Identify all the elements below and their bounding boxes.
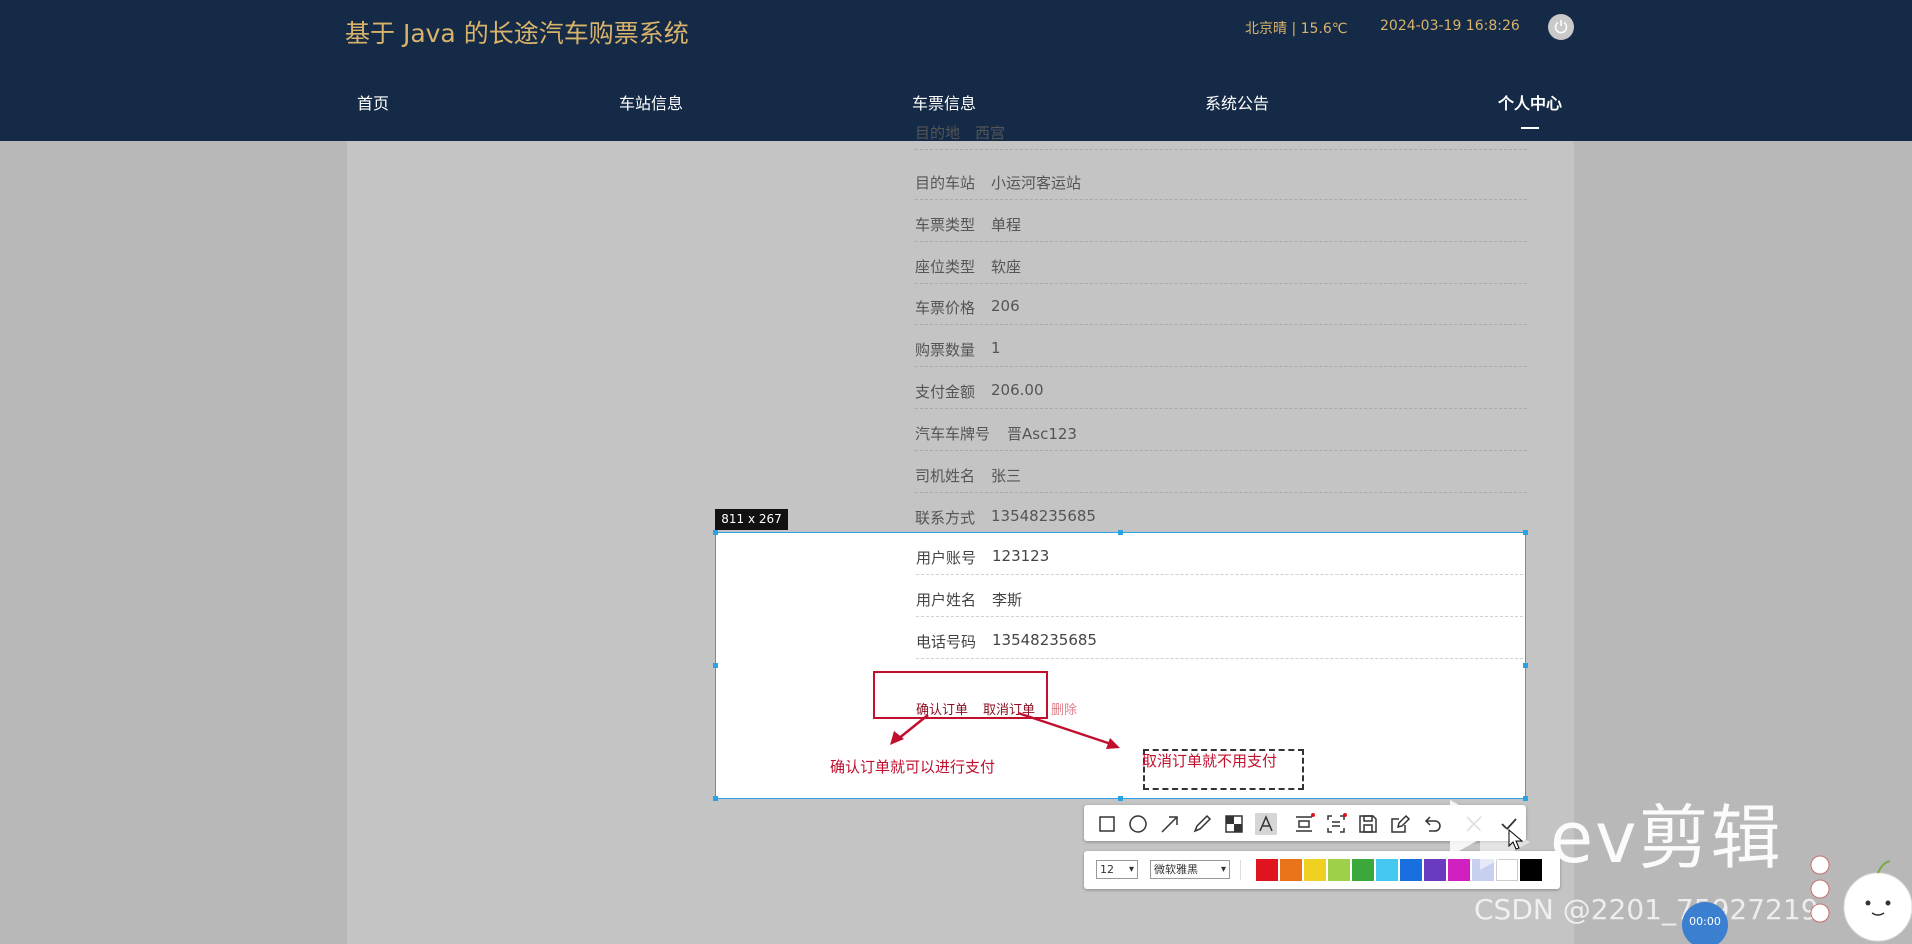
capture-size-label: 811 x 267	[715, 509, 788, 530]
font-family-select[interactable]: 微软雅黑	[1150, 860, 1230, 879]
detail-label: 司机姓名	[915, 467, 976, 485]
resize-handle[interactable]	[713, 530, 718, 535]
color-swatch[interactable]	[1256, 859, 1278, 881]
resize-handle[interactable]	[713, 796, 718, 801]
arrow-tool-icon[interactable]	[1159, 813, 1181, 835]
detail-value: 13548235685	[992, 631, 1097, 649]
detail-value: 206	[991, 297, 1020, 315]
detail-row: 购票数量 1	[915, 325, 1527, 367]
power-icon	[1554, 20, 1568, 34]
resize-handle[interactable]	[1523, 663, 1528, 668]
detail-value: 晋Asc123	[1007, 425, 1077, 443]
color-swatch[interactable]	[1280, 859, 1302, 881]
detail-row: 车票价格 206	[915, 283, 1527, 325]
nav-stations[interactable]: 车站信息	[619, 90, 683, 114]
resize-handle[interactable]	[1118, 796, 1123, 801]
csdn-watermark: CSDN @2201_75927219	[1474, 893, 1819, 926]
nav-home[interactable]: 首页	[357, 90, 389, 114]
detail-label: 车票类型	[915, 216, 976, 234]
annotation-arrows	[890, 711, 1120, 749]
detail-value: 李斯	[992, 591, 1023, 609]
ocr-tool-icon[interactable]	[1325, 813, 1347, 835]
detail-value: 西宫	[975, 124, 1006, 142]
detail-label: 电话号码	[916, 633, 977, 651]
detail-value: 张三	[991, 467, 1022, 485]
text-tool-icon[interactable]	[1255, 813, 1277, 835]
detail-row: 联系方式 13548235685	[915, 493, 1527, 535]
detail-value: 单程	[991, 216, 1022, 234]
detail-label: 用户账号	[916, 549, 977, 567]
detail-row-partial: 目的地 西宫	[915, 108, 1527, 150]
color-swatch[interactable]	[1328, 859, 1350, 881]
mouse-cursor-icon	[1508, 829, 1524, 850]
detail-label: 汽车车牌号	[915, 425, 991, 443]
detail-row: 支付金额 206.00	[915, 367, 1527, 409]
detail-label: 支付金额	[915, 383, 976, 401]
site-title: 基于 Java 的长途汽车购票系统	[345, 19, 689, 48]
resize-handle[interactable]	[1118, 530, 1123, 535]
color-swatch[interactable]	[1352, 859, 1374, 881]
detail-value: 软座	[991, 258, 1022, 276]
long-screenshot-icon[interactable]	[1293, 813, 1315, 835]
detail-row: 座位类型 软座	[915, 242, 1527, 284]
confirm-annotation-text: 确认订单就可以进行支付	[830, 758, 996, 776]
mosaic-tool-icon[interactable]	[1223, 813, 1245, 835]
rectangle-tool-icon[interactable]	[1096, 813, 1118, 835]
resize-handle[interactable]	[713, 663, 718, 668]
detail-label: 用户姓名	[916, 591, 977, 609]
detail-value: 206.00	[991, 381, 1044, 399]
detail-value: 小运河客运站	[991, 174, 1082, 192]
detail-label: 购票数量	[915, 341, 976, 359]
recording-timer: 00:00	[1682, 902, 1728, 944]
detail-row: 电话号码 13548235685	[916, 617, 1525, 659]
detail-value: 123123	[992, 547, 1050, 565]
detail-row: 用户姓名 李斯	[916, 575, 1525, 617]
detail-label: 座位类型	[915, 258, 976, 276]
detail-row: 司机姓名 张三	[915, 451, 1527, 493]
detail-row: 汽车车牌号 晋Asc123	[915, 409, 1527, 451]
toolbar-divider	[1240, 860, 1241, 880]
color-swatch[interactable]	[1376, 859, 1398, 881]
detail-row: 用户账号 123123	[916, 533, 1525, 575]
resize-handle[interactable]	[1523, 530, 1528, 535]
pen-tool-icon[interactable]	[1191, 813, 1213, 835]
save-icon[interactable]	[1357, 813, 1379, 835]
edit-icon[interactable]	[1389, 813, 1411, 835]
mascot-sticker-icon	[1810, 855, 1912, 942]
color-swatch[interactable]	[1400, 859, 1422, 881]
current-datetime: 2024-03-19 16:8:26	[1380, 18, 1520, 34]
font-size-select[interactable]: 12	[1096, 860, 1138, 879]
detail-row: 目的车站 小运河客运站	[915, 158, 1527, 200]
detail-row: 车票类型 单程	[915, 200, 1527, 242]
detail-value: 1	[991, 339, 1001, 357]
weather-info: 北京晴 | 15.6℃	[1245, 21, 1348, 37]
ev-editor-watermark-text: ev剪辑	[1550, 797, 1783, 879]
detail-label: 目的地	[915, 124, 961, 142]
logout-button[interactable]	[1548, 14, 1574, 40]
ellipse-tool-icon[interactable]	[1127, 813, 1149, 835]
detail-label: 车票价格	[915, 299, 976, 317]
color-swatch[interactable]	[1304, 859, 1326, 881]
detail-label: 目的车站	[915, 174, 976, 192]
detail-label: 联系方式	[915, 509, 976, 527]
detail-value: 13548235685	[991, 507, 1096, 525]
cancel-annotation-text: 取消订单就不用支付	[1142, 752, 1278, 770]
